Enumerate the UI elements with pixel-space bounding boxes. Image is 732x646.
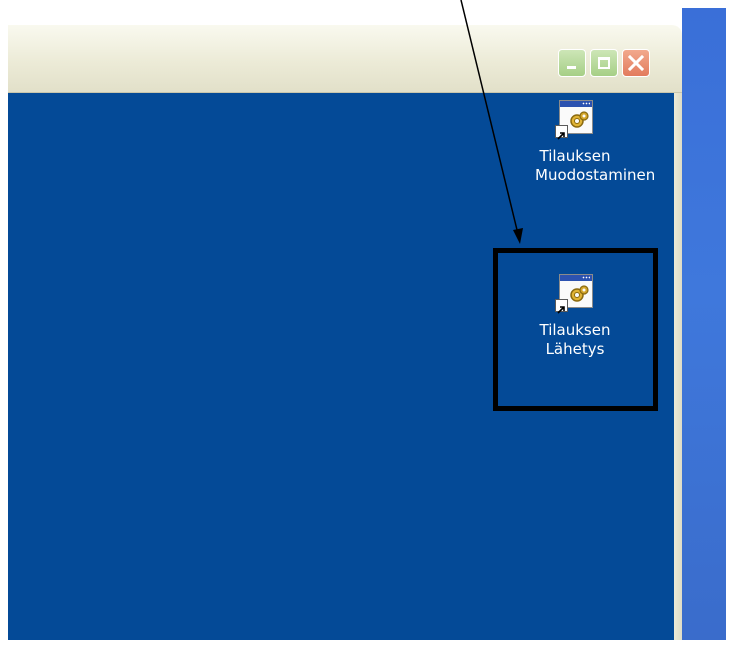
annotation-arrow <box>460 0 523 244</box>
